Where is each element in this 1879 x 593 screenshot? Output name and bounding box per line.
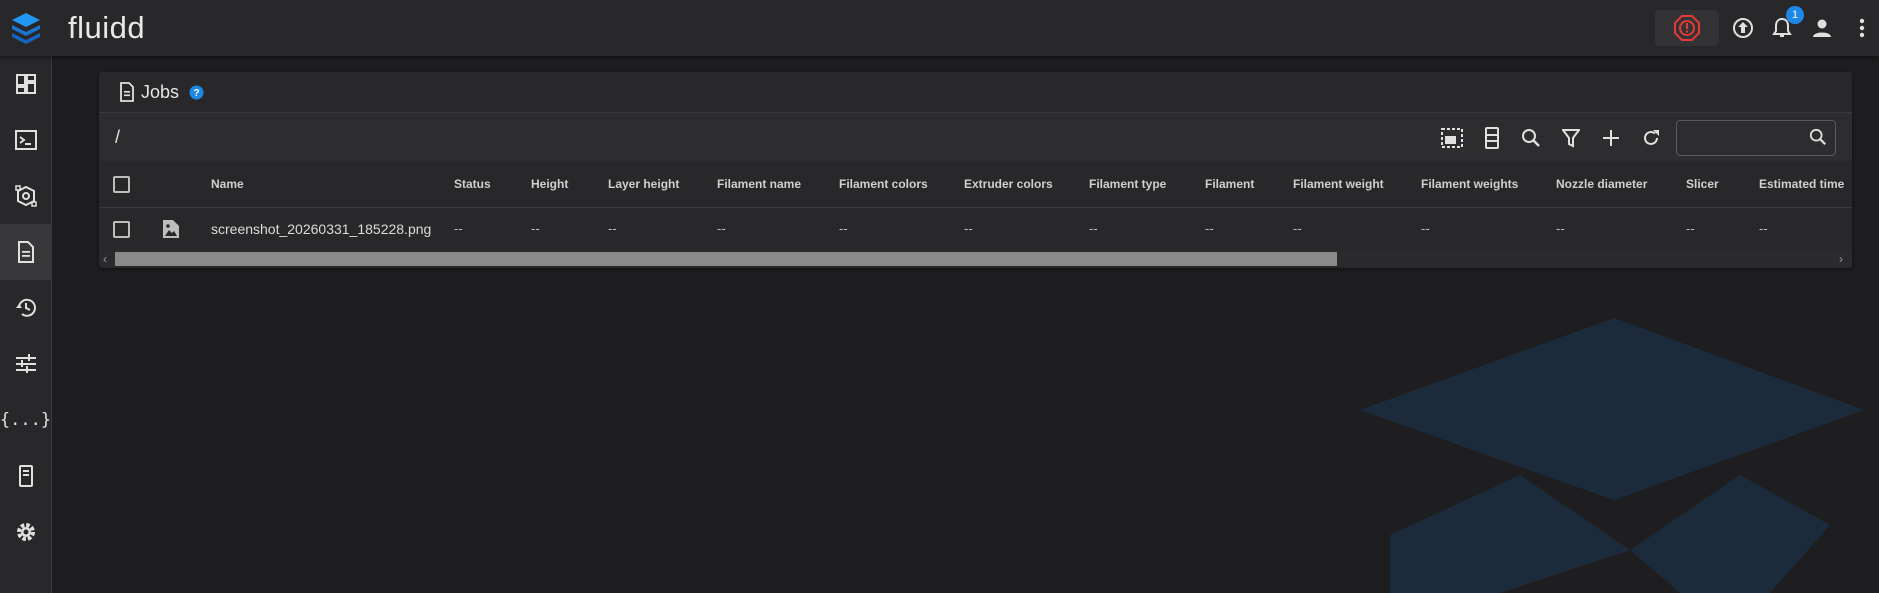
cell-filament-type: --: [1089, 221, 1098, 236]
column-header-slicer[interactable]: Slicer: [1686, 177, 1719, 191]
code-braces-icon: {...}: [0, 410, 52, 430]
emergency-stop-icon: [1674, 15, 1700, 41]
cell-status: --: [454, 221, 463, 236]
card-header: Jobs ?: [99, 72, 1852, 113]
sidebar-item-system[interactable]: [0, 448, 51, 504]
nav-sidebar: {...}: [0, 56, 52, 593]
table-header: Name Status Height Layer height Filament…: [99, 161, 1852, 208]
column-header-height[interactable]: Height: [531, 177, 568, 191]
search-field-icon: [1809, 128, 1826, 145]
sidebar-item-printer[interactable]: [0, 168, 51, 224]
sidebar-item-jobs[interactable]: [0, 224, 51, 280]
cell-nozzle-diameter: --: [1556, 221, 1565, 236]
device-system-icon: [18, 465, 33, 487]
fluidd-logo-icon[interactable]: [0, 0, 52, 56]
column-header-status[interactable]: Status: [454, 177, 491, 191]
column-header-extruder-colors[interactable]: Extruder colors: [964, 177, 1053, 191]
scroll-right-arrow-icon[interactable]: ›: [1839, 252, 1843, 266]
history-icon: [15, 298, 36, 317]
cell-filament-weights: --: [1421, 221, 1430, 236]
filter-icon[interactable]: [1558, 125, 1584, 151]
file-toolbar: /: [99, 113, 1852, 161]
sidebar-item-settings[interactable]: [0, 504, 51, 560]
cell-slicer: --: [1686, 221, 1695, 236]
cell-estimated-time: --: [1759, 221, 1768, 236]
select-thumbnails-icon[interactable]: [1439, 125, 1465, 151]
cell-filament-name: --: [717, 221, 726, 236]
dashboard-icon: [15, 74, 36, 94]
scroll-left-arrow-icon[interactable]: ‹: [103, 252, 107, 266]
sidebar-item-macros[interactable]: {...}: [0, 392, 51, 448]
jobs-file-icon: [17, 241, 34, 263]
cell-filament-weight: --: [1293, 221, 1302, 236]
row-checkbox[interactable]: [113, 221, 130, 238]
console-icon: [14, 130, 37, 150]
image-file-icon: [163, 220, 179, 238]
cell-filament-colors: --: [839, 221, 848, 236]
cell-filament: --: [1205, 221, 1214, 236]
refresh-icon[interactable]: [1638, 125, 1664, 151]
jobs-card: Jobs ? / Name Status Height Layer height…: [99, 72, 1852, 268]
horizontal-scrollbar[interactable]: ‹ ›: [99, 250, 1852, 266]
column-header-filament[interactable]: Filament: [1205, 177, 1254, 191]
column-header-filament-name[interactable]: Filament name: [717, 177, 801, 191]
more-vertical-icon[interactable]: [1848, 14, 1876, 42]
background-logo-watermark: [1360, 318, 1864, 593]
file-document-icon: [120, 82, 134, 102]
sidebar-item-dashboard[interactable]: [0, 56, 51, 112]
column-header-estimated-time[interactable]: Estimated time: [1759, 177, 1844, 191]
emergency-stop-button[interactable]: [1655, 10, 1719, 46]
sidebar-item-console[interactable]: [0, 112, 51, 168]
column-header-nozzle-diameter[interactable]: Nozzle diameter: [1556, 177, 1647, 191]
app-title: fluidd: [68, 10, 146, 45]
file-name[interactable]: screenshot_20260331_185228.png: [211, 221, 431, 237]
tune-icon: [15, 354, 36, 373]
column-header-filament-colors[interactable]: Filament colors: [839, 177, 928, 191]
notification-badge: 1: [1786, 6, 1804, 24]
app-bar: fluidd 1: [0, 0, 1879, 56]
search-field[interactable]: [1676, 120, 1836, 156]
svg-text:?: ?: [193, 88, 199, 99]
card-title: Jobs: [141, 81, 180, 102]
column-settings-icon[interactable]: [1479, 125, 1505, 151]
sidebar-item-history[interactable]: [0, 280, 51, 336]
user-account-icon[interactable]: [1808, 14, 1836, 42]
breadcrumb-path[interactable]: /: [115, 127, 120, 148]
column-header-filament-weights[interactable]: Filament weights: [1421, 177, 1518, 191]
add-icon[interactable]: [1598, 125, 1624, 151]
table-row[interactable]: screenshot_20260331_185228.png -- -- -- …: [99, 208, 1852, 250]
sidebar-item-tune[interactable]: [0, 336, 51, 392]
search-input[interactable]: [1685, 127, 1795, 149]
column-header-layer-height[interactable]: Layer height: [608, 177, 679, 191]
search-icon[interactable]: [1518, 125, 1544, 151]
column-header-filament-type[interactable]: Filament type: [1089, 177, 1166, 191]
cell-height: --: [531, 221, 540, 236]
cell-layer-height: --: [608, 221, 617, 236]
help-icon[interactable]: ?: [189, 85, 204, 100]
cell-extruder-colors: --: [964, 221, 973, 236]
upload-icon[interactable]: [1729, 14, 1757, 42]
column-header-name[interactable]: Name: [211, 177, 244, 191]
column-header-filament-weight[interactable]: Filament weight: [1293, 177, 1384, 191]
select-all-checkbox[interactable]: [113, 176, 130, 193]
scrollbar-thumb[interactable]: [115, 252, 1337, 266]
printer-3d-icon: [14, 185, 37, 207]
settings-gear-icon: [16, 523, 35, 541]
